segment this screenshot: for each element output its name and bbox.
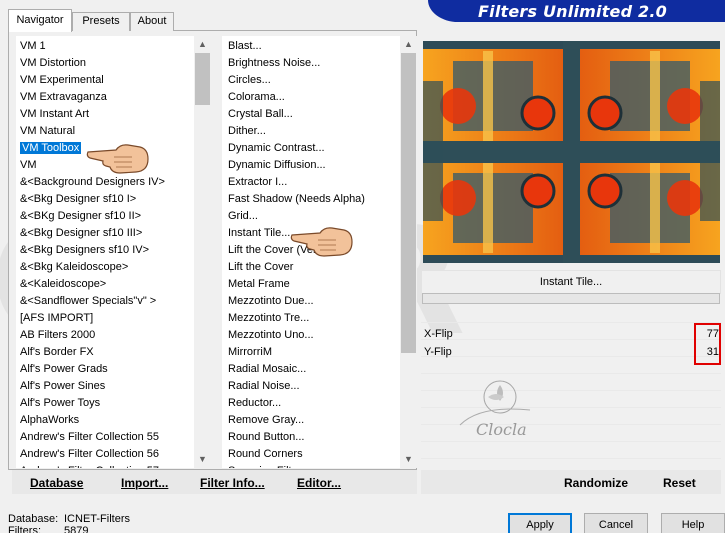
- pointing-hand-icon: [86, 144, 149, 174]
- category-item[interactable]: Alf's Border FX: [16, 344, 192, 361]
- filter-item[interactable]: Mezzotinto Tre...: [222, 310, 398, 327]
- filter-item[interactable]: Round Button...: [222, 429, 398, 446]
- category-item[interactable]: Andrew's Filter Collection 55: [16, 429, 192, 446]
- filter-item[interactable]: Reductor...: [222, 395, 398, 412]
- help-button[interactable]: Help: [661, 513, 725, 533]
- scroll-up-icon[interactable]: ▲: [194, 36, 211, 53]
- filter-item[interactable]: Blast...: [222, 38, 398, 55]
- category-item[interactable]: Alf's Power Sines: [16, 378, 192, 395]
- status-filters-key: Filters:: [8, 525, 41, 533]
- status-filters: Filters: 5879: [8, 525, 88, 533]
- selected-category-label: VM Toolbox: [20, 142, 82, 154]
- category-item[interactable]: AB Filters 2000: [16, 327, 192, 344]
- selected-filter-name: Instant Tile...: [539, 276, 603, 288]
- filter-item[interactable]: Crystal Ball...: [222, 106, 398, 123]
- clocla-logo: Clocla: [459, 380, 531, 439]
- category-item[interactable]: VM 1: [16, 38, 192, 55]
- category-item[interactable]: Andrew's Filter Collection 56: [16, 446, 192, 463]
- filter-scrollbar[interactable]: ▲ ▼: [400, 36, 417, 468]
- tab-navigator[interactable]: Navigator: [8, 9, 72, 32]
- filter-item[interactable]: Extractor I...: [222, 174, 398, 191]
- filter-preview: [423, 41, 720, 263]
- filter-item[interactable]: Dither...: [222, 123, 398, 140]
- category-item[interactable]: Alf's Power Grads: [16, 361, 192, 378]
- category-item[interactable]: &<BKg Designer sf10 II>: [16, 208, 192, 225]
- category-item[interactable]: [AFS IMPORT]: [16, 310, 192, 327]
- scroll-down-icon[interactable]: ▼: [194, 451, 211, 468]
- category-item[interactable]: &<Bkg Kaleidoscope>: [16, 259, 192, 276]
- y-flip-label: Y-Flip: [424, 346, 452, 358]
- category-item[interactable]: &<Bkg Designer sf10 III>: [16, 225, 192, 242]
- filter-item[interactable]: Colorama...: [222, 89, 398, 106]
- cancel-button[interactable]: Cancel: [584, 513, 648, 533]
- preview-image: [423, 41, 720, 263]
- category-item[interactable]: VM Experimental: [16, 72, 192, 89]
- status-database-value: ICNET-Filters: [64, 513, 130, 525]
- category-item[interactable]: Andrew's Filter Collection 57: [16, 463, 192, 468]
- status-filters-value: 5879: [64, 525, 89, 533]
- watermark-text: Clocla: [476, 420, 527, 439]
- filter-item[interactable]: Radial Noise...: [222, 378, 398, 395]
- category-item[interactable]: &<Bkg Designers sf10 IV>: [16, 242, 192, 259]
- status-database: Database: ICNET-Filters: [8, 513, 130, 525]
- category-item[interactable]: VM Instant Art: [16, 106, 192, 123]
- status-database-key: Database:: [8, 513, 59, 525]
- scroll-thumb[interactable]: [195, 53, 210, 105]
- filter-item[interactable]: Brightness Noise...: [222, 55, 398, 72]
- filter-item[interactable]: Lift the Cover: [222, 259, 398, 276]
- database-button[interactable]: Database: [30, 476, 83, 490]
- category-item[interactable]: VM Natural: [16, 123, 192, 140]
- apply-button[interactable]: Apply: [508, 513, 572, 533]
- category-items: VM 1 VM Distortion VM Experimental VM Extra…: [16, 38, 192, 468]
- filter-item[interactable]: Mezzotinto Uno...: [222, 327, 398, 344]
- filter-item[interactable]: Metal Frame: [222, 276, 398, 293]
- app-title: Filters Unlimited 2.0: [478, 2, 667, 21]
- category-scrollbar[interactable]: ▲ ▼: [194, 36, 211, 468]
- category-item[interactable]: VM Extravaganza: [16, 89, 192, 106]
- category-list[interactable]: VM 1 VM Distortion VM Experimental VM Extra…: [16, 36, 211, 468]
- category-item[interactable]: &<Kaleidoscope>: [16, 276, 192, 293]
- x-flip-label: X-Flip: [424, 328, 453, 340]
- filter-item[interactable]: Remove Gray...: [222, 412, 398, 429]
- randomize-button[interactable]: Randomize: [564, 476, 628, 490]
- category-item[interactable]: &<Bkg Designer sf10 I>: [16, 191, 192, 208]
- import-button[interactable]: Import...: [121, 476, 168, 490]
- reset-button[interactable]: Reset: [663, 476, 696, 490]
- scroll-up-icon[interactable]: ▲: [400, 36, 417, 53]
- filter-item[interactable]: Fast Shadow (Needs Alpha): [222, 191, 398, 208]
- filter-item[interactable]: Scanning Filter: [222, 463, 398, 468]
- tab-presets[interactable]: Presets: [72, 12, 130, 31]
- category-item[interactable]: Alf's Power Toys: [16, 395, 192, 412]
- highlight-box: [694, 323, 721, 365]
- filter-item[interactable]: Dynamic Diffusion...: [222, 157, 398, 174]
- scroll-thumb[interactable]: [401, 53, 416, 353]
- filter-item[interactable]: Circles...: [222, 72, 398, 89]
- filter-item[interactable]: Dynamic Contrast...: [222, 140, 398, 157]
- pointing-hand-icon: [290, 227, 353, 257]
- filter-info-button[interactable]: Filter Info...: [200, 476, 265, 490]
- scroll-down-icon[interactable]: ▼: [400, 451, 417, 468]
- filter-item[interactable]: Radial Mosaic...: [222, 361, 398, 378]
- filter-item[interactable]: Mezzotinto Due...: [222, 293, 398, 310]
- progress-bar: [422, 293, 720, 304]
- filter-item[interactable]: MirrorriM: [222, 344, 398, 361]
- filter-item[interactable]: Round Corners: [222, 446, 398, 463]
- category-item[interactable]: &<Sandflower Specials"v" >: [16, 293, 192, 310]
- tab-about[interactable]: About: [130, 12, 174, 31]
- editor-button[interactable]: Editor...: [297, 476, 341, 490]
- category-item[interactable]: VM Distortion: [16, 55, 192, 72]
- category-item[interactable]: AlphaWorks: [16, 412, 192, 429]
